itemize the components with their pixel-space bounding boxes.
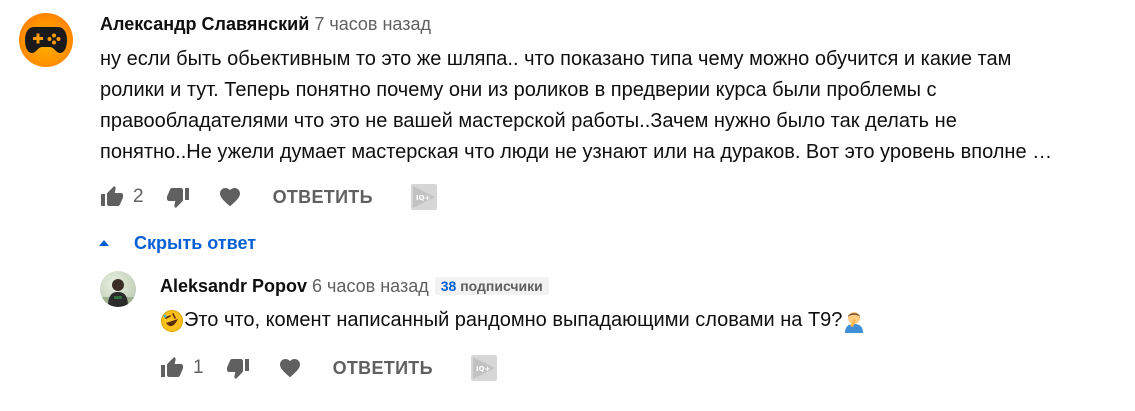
avatar[interactable] — [19, 13, 73, 67]
comment-text-line[interactable]: понятно..Не ужели думает мастерская что … — [100, 137, 1106, 168]
iq-logo-shape: IQ+ — [472, 357, 495, 379]
heart-icon — [219, 188, 240, 207]
reply-button[interactable]: ОТВЕТИТЬ — [273, 187, 373, 208]
subscribers-count: 38 — [440, 278, 457, 294]
subscribers-label: подписчики — [460, 278, 543, 294]
reply-author[interactable]: Aleksandr Popov — [160, 276, 307, 297]
hide-replies-label: Скрыть ответ — [134, 232, 257, 253]
person-facepalming-emoji — [842, 309, 866, 333]
comment-text-line: ну если быть обьективным то это же шляпа… — [100, 48, 1012, 70]
subscribers-badge: 38 подписчики — [434, 277, 549, 295]
reply-actions: 1 ОТВЕТИТЬ IQ+ — [160, 352, 497, 384]
like-button[interactable] — [160, 356, 184, 380]
comment-author[interactable]: Александр Славянский — [100, 14, 309, 34]
gamepad-icon — [25, 27, 67, 53]
like-button[interactable] — [100, 185, 124, 209]
rolling-on-floor-laughing-emoji — [160, 309, 184, 333]
thumbs-down-icon — [226, 359, 249, 379]
comments-section: Александр Славянский 7 часов назад ну есл… — [0, 0, 1135, 411]
dislike-button[interactable] — [166, 185, 190, 209]
thumbs-down-icon — [166, 188, 189, 208]
reply-text: Это что, комент написанный рандомно выпа… — [160, 305, 866, 336]
comment-text-line: правообладателями что это не вашей масте… — [100, 110, 957, 132]
comment-actions: 2 ОТВЕТИТЬ IQ+ — [100, 181, 437, 213]
reply-button[interactable]: ОТВЕТИТЬ — [333, 358, 433, 379]
like-count: 1 — [193, 357, 204, 378]
hide-replies-button[interactable]: Скрыть ответ — [96, 229, 256, 257]
heart-button[interactable] — [278, 356, 302, 380]
comment-text: ну если быть обьективным то это же шляпа… — [100, 44, 1106, 168]
heart-icon — [279, 359, 300, 378]
dislike-button[interactable] — [226, 356, 250, 380]
svg-text:IQ+: IQ+ — [416, 194, 431, 202]
reply-text-content: Это что, комент написанный рандомно выпа… — [184, 309, 843, 331]
iq-extension-icon[interactable]: IQ+ — [410, 184, 437, 210]
reply-avatar[interactable] — [100, 271, 136, 307]
like-count: 2 — [133, 186, 144, 207]
comment-time[interactable]: 7 часов назад — [314, 14, 431, 34]
heart-button[interactable] — [218, 185, 242, 209]
caret-up-icon — [99, 240, 109, 246]
iq-extension-icon[interactable]: IQ+ — [470, 355, 497, 381]
iq-logo-shape: IQ+ — [412, 186, 435, 208]
comment-text-line: ролики и тут. Теперь понятно почему они … — [100, 79, 937, 101]
thumbs-up-icon — [161, 357, 183, 377]
reply-time[interactable]: 6 часов назад — [312, 276, 429, 297]
comment-header: Александр Славянский 7 часов назад — [100, 12, 431, 36]
person-photo-icon — [100, 279, 136, 307]
thumbs-up-icon — [101, 186, 123, 206]
svg-text:IQ+: IQ+ — [476, 365, 491, 373]
reply-header: Aleksandr Popov 6 часов назад 38 подписчи… — [160, 273, 549, 299]
